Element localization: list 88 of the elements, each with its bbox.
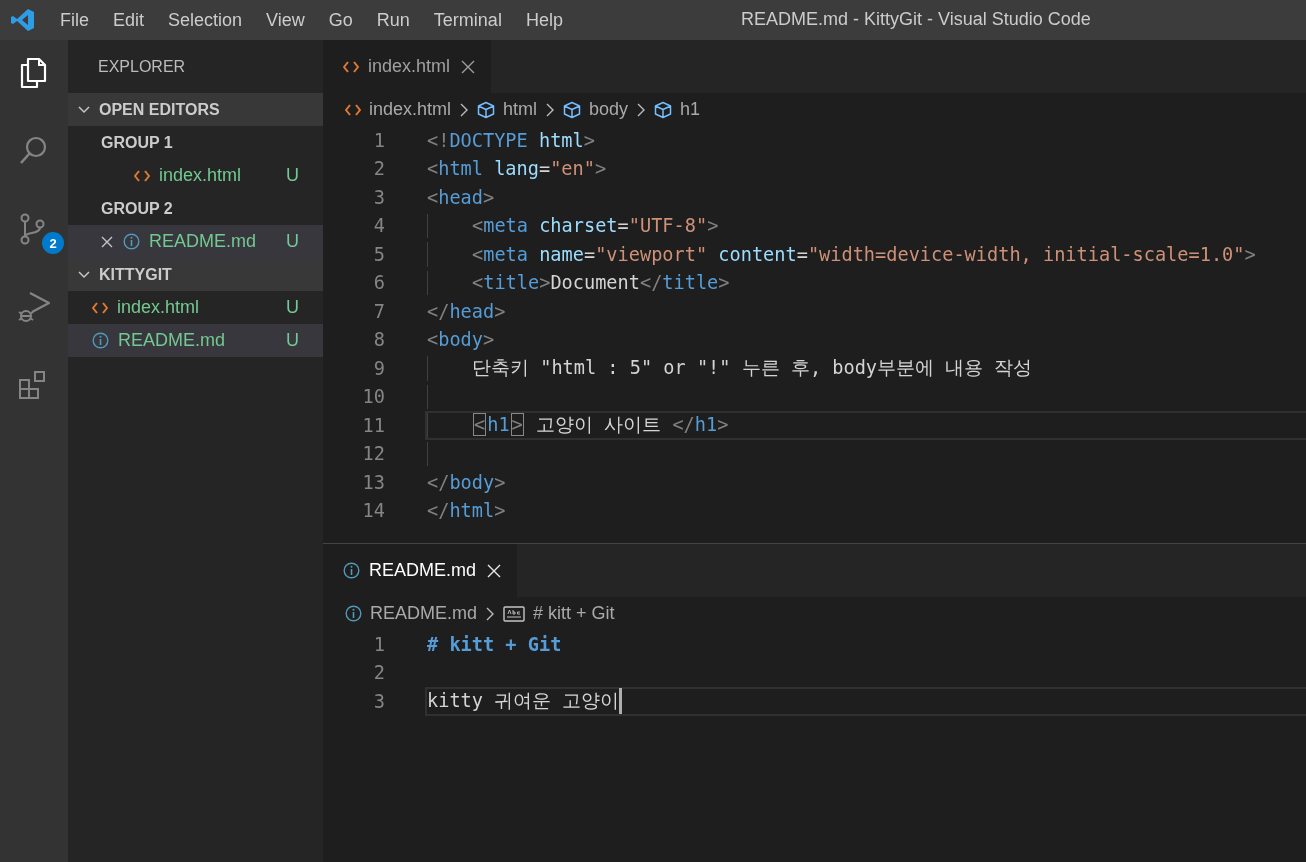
menu-item[interactable]: Edit [101,9,157,31]
line-number: 7 [372,300,385,322]
line-number: 8 [372,329,385,351]
menu-item[interactable]: Run [364,9,422,31]
code-line: 단축키 "html : 5" or "!" 누른 후, body부분에 내용 작성 [472,356,1033,381]
code-line: <!DOCTYPE html> [427,129,595,151]
chevron-right-icon [636,101,647,118]
breadcrumb-item[interactable]: body [589,99,629,120]
line-number: 12 [361,443,385,465]
code-line: </body> [427,471,506,493]
app-logo-icon [11,8,35,32]
close-icon [461,59,476,74]
menu-item[interactable]: File [48,9,101,31]
line-number: 6 [372,272,385,294]
line-number: 10 [361,386,385,408]
breadcrumb-item[interactable]: README.md [370,603,477,624]
code-line: <head> [427,186,495,208]
code-line: <body> [427,329,495,351]
code-line: # kitt + Git [427,633,562,655]
breadcrumb-item[interactable]: html [503,99,538,120]
line-number: 1 [372,633,385,655]
code-brackets-icon [92,300,108,315]
code-line: kitty 귀여운 고양이 [427,689,620,714]
line-number: 14 [361,500,385,522]
code-brackets-icon [345,102,361,117]
editor-tab[interactable]: README.md [323,544,517,597]
code-line: <meta name="viewport" content="width=device-width, initial-scale=1.0"> [472,243,1256,265]
tab-label: index.html [368,56,451,77]
line-number: 3 [372,186,385,208]
code-line: <meta charset="UTF-8"> [472,215,719,237]
close-icon [487,563,501,578]
info-icon [123,233,140,250]
tree-item[interactable]: index.html U [68,291,323,324]
line-number: 5 [372,243,385,265]
menu-item[interactable]: Go [316,9,365,31]
breadcrumb-item[interactable]: index.html [369,99,452,120]
menu-item[interactable]: Selection [156,9,255,31]
line-number: 9 [372,357,385,379]
code-brackets-icon [343,59,359,74]
group-label: GROUP 1 [100,132,174,153]
code-line: <html lang="en"> [427,158,607,180]
section-header[interactable]: KITTYGIT [68,258,323,291]
editor-tab[interactable]: index.html [323,40,492,93]
code-line: </head> [427,300,506,322]
info-icon [343,562,360,579]
cube-icon [563,100,582,119]
count-badge: 2 [42,232,64,254]
window-title: README.md - KittyGit - Visual Studio Code [741,9,1091,30]
git-status: U [286,231,299,252]
line-number: 2 [372,158,385,180]
code-line: <title>Document</title> [472,272,730,294]
file-name: README.md [149,231,257,252]
cube-icon [654,100,673,119]
breadcrumb-item[interactable]: # kitt + Git [533,603,615,624]
cube-icon [477,100,496,119]
group-label: GROUP 2 [100,198,174,219]
line-number: 11 [361,414,385,436]
text-symbol-icon [503,605,525,622]
line-number: 1 [372,129,385,151]
code-line: <h1> 고양이 사이트 </h1> [472,412,729,439]
file-name: index.html [117,297,201,318]
info-icon [92,332,109,349]
tree-item[interactable]: README.md U [68,225,323,258]
git-status: U [286,297,299,318]
code-brackets-icon [134,168,150,183]
menu-item[interactable]: View [254,9,317,31]
code-line: </html> [427,500,506,522]
sidebar-title: EXPLORER [98,57,186,76]
chevron-right-icon [545,101,556,118]
tab-label: README.md [369,560,476,581]
tree-item[interactable]: README.md U [68,324,323,357]
line-number: 2 [372,662,385,684]
line-number: 13 [361,471,385,493]
run-debug-icon[interactable] [17,290,51,324]
section-header[interactable]: OPEN EDITORS [68,93,323,126]
menu-item[interactable]: Terminal [421,9,514,31]
git-status: U [286,165,299,186]
tree-item[interactable]: index.html U [68,159,323,192]
file-name: index.html [159,165,243,186]
line-number: 3 [372,690,385,712]
line-number: 4 [372,215,385,237]
file-name: README.md [118,330,226,351]
chevron-right-icon [485,605,495,622]
info-icon [345,605,362,622]
menu-item[interactable]: Help [513,9,575,31]
git-status: U [286,330,299,351]
chevron-right-icon [459,101,470,118]
breadcrumb-item[interactable]: h1 [680,99,701,120]
